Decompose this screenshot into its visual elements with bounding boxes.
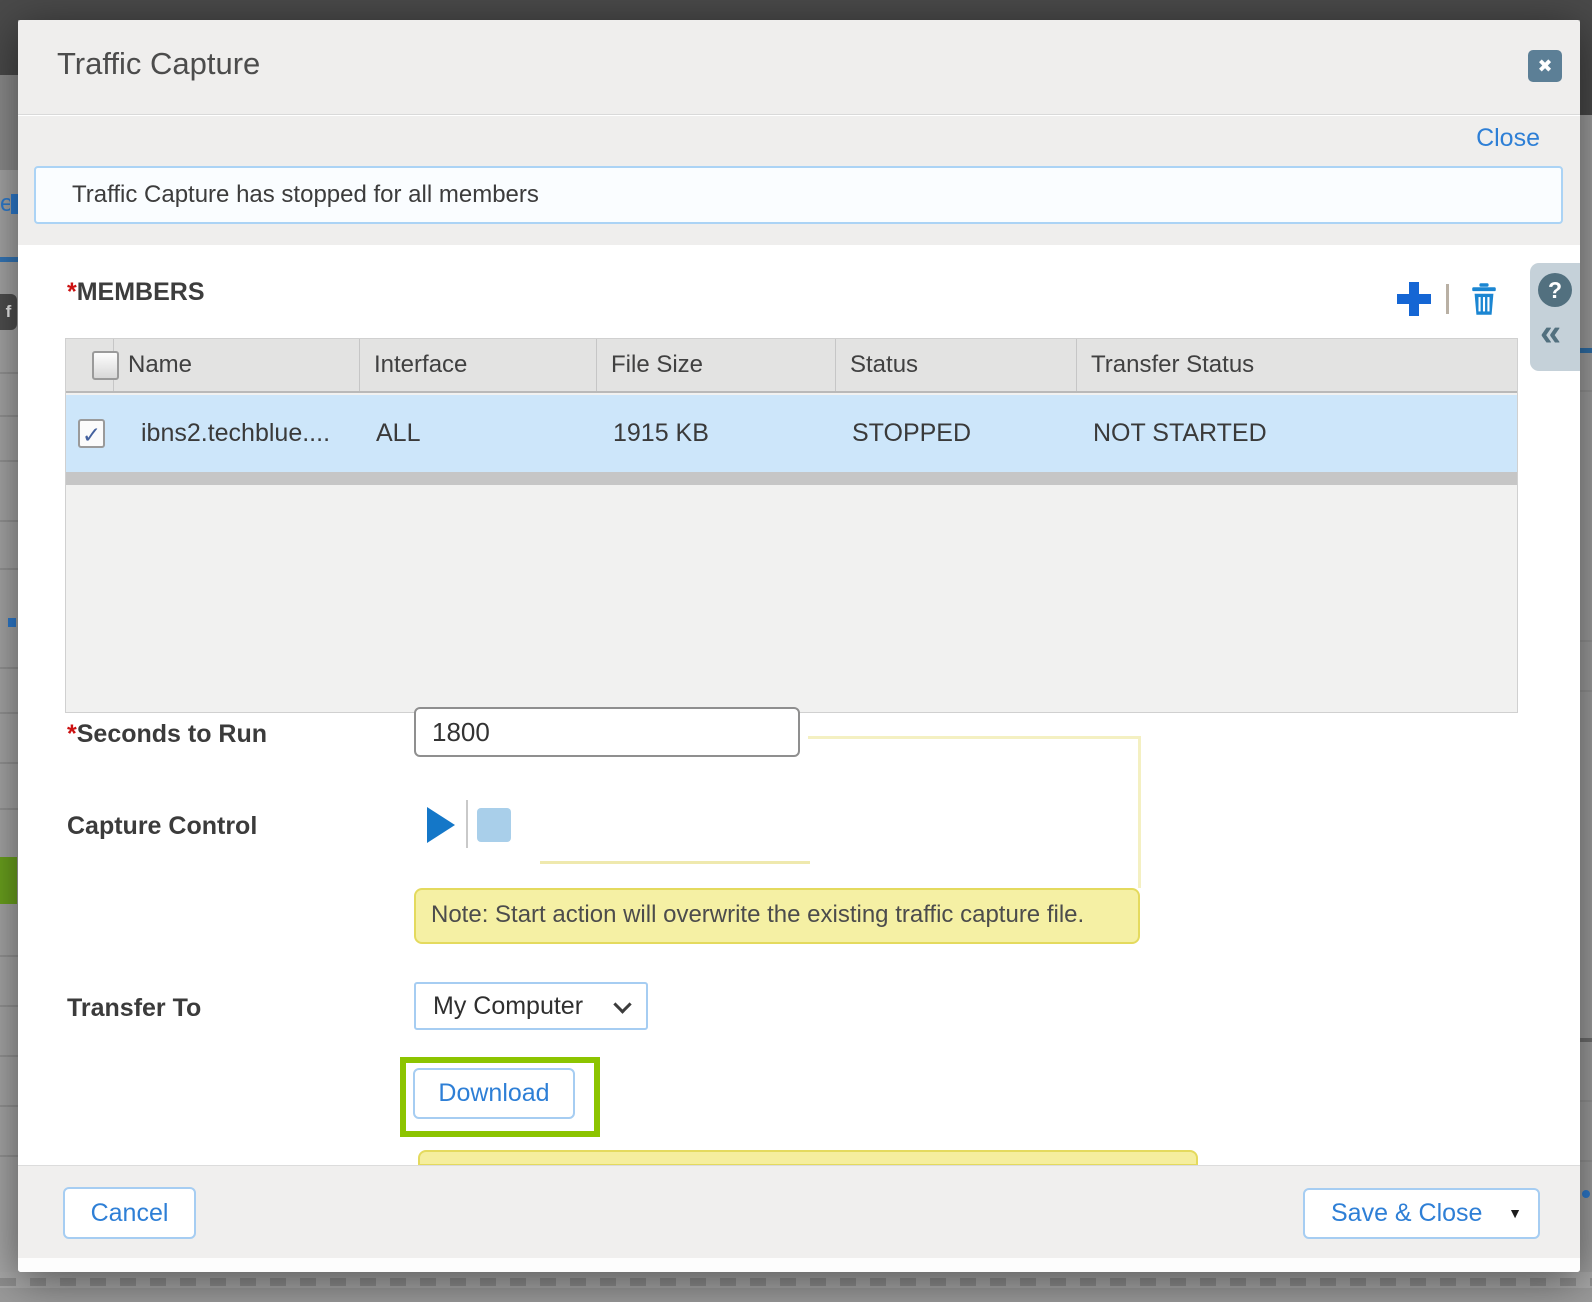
checkmark-icon: ✓	[82, 422, 101, 448]
column-header-transfer-status[interactable]: Transfer Status	[1077, 339, 1517, 391]
backdrop-fragment	[1580, 348, 1592, 353]
backdrop-line	[0, 667, 18, 669]
close-link[interactable]: Close	[1476, 124, 1540, 153]
backdrop-fragment	[11, 194, 18, 214]
highlight-artifact	[1138, 736, 1141, 888]
column-header-name[interactable]: Name	[114, 339, 360, 391]
add-member-icon[interactable]	[1397, 282, 1431, 316]
chevron-down-icon	[613, 995, 631, 1013]
backdrop-top-bar	[0, 0, 1592, 20]
cell-file-size: 1915 KB	[597, 395, 836, 472]
backdrop-dashed-line	[0, 1278, 1592, 1286]
toolbar-divider	[1446, 284, 1449, 314]
backdrop-line	[0, 712, 18, 714]
collapse-panel-icon[interactable]: «	[1540, 311, 1561, 355]
backdrop-line	[1580, 1100, 1592, 1102]
seconds-to-run-label: *Seconds to Run	[67, 720, 267, 749]
backdrop-line	[0, 1155, 18, 1157]
column-header-status[interactable]: Status	[836, 339, 1077, 391]
members-label-text: MEMBERS	[77, 278, 205, 306]
seconds-to-run-label-text: Seconds to Run	[77, 720, 267, 748]
backdrop-line	[0, 568, 18, 570]
cancel-button[interactable]: Cancel	[63, 1187, 196, 1239]
table-empty-area	[66, 485, 1517, 712]
highlight-artifact	[808, 736, 1140, 739]
traffic-capture-dialog: Traffic Capture ✖ Close Traffic Capture …	[18, 20, 1580, 1272]
members-section-label: *MEMBERS	[67, 278, 205, 307]
highlight-artifact	[540, 861, 810, 864]
backdrop-fragment	[8, 618, 16, 627]
backdrop-fragment	[0, 857, 17, 904]
backdrop-fragment	[1580, 1038, 1592, 1042]
backdrop-line	[0, 955, 18, 957]
column-header-file-size[interactable]: File Size	[597, 339, 836, 391]
dialog-title: Traffic Capture	[57, 46, 260, 82]
backdrop-line	[0, 808, 18, 810]
backdrop-line	[0, 1005, 18, 1007]
backdrop-line	[0, 460, 18, 462]
backdrop-fragment	[0, 257, 18, 262]
download-button[interactable]: Download	[413, 1068, 575, 1119]
control-divider	[466, 800, 468, 848]
members-table: Name Interface File Size Status Transfer…	[65, 338, 1518, 713]
cell-status: STOPPED	[836, 395, 1077, 472]
backdrop-text-fragment: e	[0, 190, 10, 214]
cell-interface: ALL	[360, 395, 597, 472]
transfer-to-label: Transfer To	[67, 994, 201, 1023]
footer-bottom-strip	[18, 1258, 1580, 1272]
backdrop-fragment	[0, 20, 18, 75]
stop-capture-icon[interactable]	[477, 808, 511, 842]
backdrop-line	[1580, 690, 1592, 692]
start-capture-icon[interactable]	[427, 807, 455, 843]
backdrop-line	[0, 1105, 18, 1107]
backdrop-line	[0, 1055, 18, 1057]
backdrop-line	[1580, 640, 1592, 642]
table-header-row: Name Interface File Size Status Transfer…	[66, 339, 1517, 393]
row-checkbox-cell: ✓	[66, 395, 114, 472]
backdrop-fragment	[0, 75, 18, 170]
delete-member-icon[interactable]	[1468, 282, 1500, 316]
row-checkbox[interactable]: ✓	[78, 419, 105, 448]
save-and-close-label: Save & Close	[1331, 1199, 1482, 1227]
backdrop-fragment	[1580, 20, 1592, 115]
backdrop-line	[1580, 390, 1592, 392]
backdrop-line	[0, 415, 18, 417]
backdrop-line	[0, 520, 18, 522]
backdrop-fragment	[1580, 115, 1592, 1272]
backdrop-fragment	[1582, 1190, 1590, 1198]
seconds-to-run-input[interactable]	[414, 707, 800, 757]
cell-name: ibns2.techblue....	[114, 395, 360, 472]
transfer-to-selected-value: My Computer	[433, 992, 583, 1020]
table-row[interactable]: ✓ ibns2.techblue.... ALL 1915 KB STOPPED…	[66, 395, 1517, 472]
backdrop-line	[0, 372, 18, 374]
cell-transfer-status: NOT STARTED	[1077, 395, 1517, 472]
required-marker: *	[67, 720, 77, 748]
clipped-note-top	[418, 1150, 1198, 1166]
capture-control-label: Capture Control	[67, 812, 257, 841]
backdrop-tab-fragment: f	[0, 294, 17, 330]
overwrite-note: Note: Start action will overwrite the ex…	[414, 888, 1140, 944]
horizontal-scrollbar[interactable]	[66, 472, 1517, 485]
required-marker: *	[67, 278, 77, 306]
backdrop-line	[0, 762, 18, 764]
save-and-close-button[interactable]: Save & Close ▼	[1303, 1188, 1540, 1239]
status-message: Traffic Capture has stopped for all memb…	[34, 166, 1563, 224]
column-header-interface[interactable]: Interface	[360, 339, 597, 391]
backdrop-line	[1580, 1160, 1592, 1162]
help-panel-tab: ? «	[1530, 263, 1580, 371]
close-icon[interactable]: ✖	[1528, 50, 1562, 82]
transfer-to-select[interactable]: My Computer	[414, 982, 648, 1030]
screen: e f Traffic Capture ✖ Close Traffic Capt…	[0, 0, 1592, 1302]
caret-down-icon[interactable]: ▼	[1508, 1190, 1522, 1237]
select-all-cell	[66, 339, 114, 391]
dialog-header: Traffic Capture	[18, 20, 1580, 115]
backdrop-fragment	[0, 1288, 1592, 1302]
help-icon[interactable]: ?	[1538, 273, 1572, 307]
